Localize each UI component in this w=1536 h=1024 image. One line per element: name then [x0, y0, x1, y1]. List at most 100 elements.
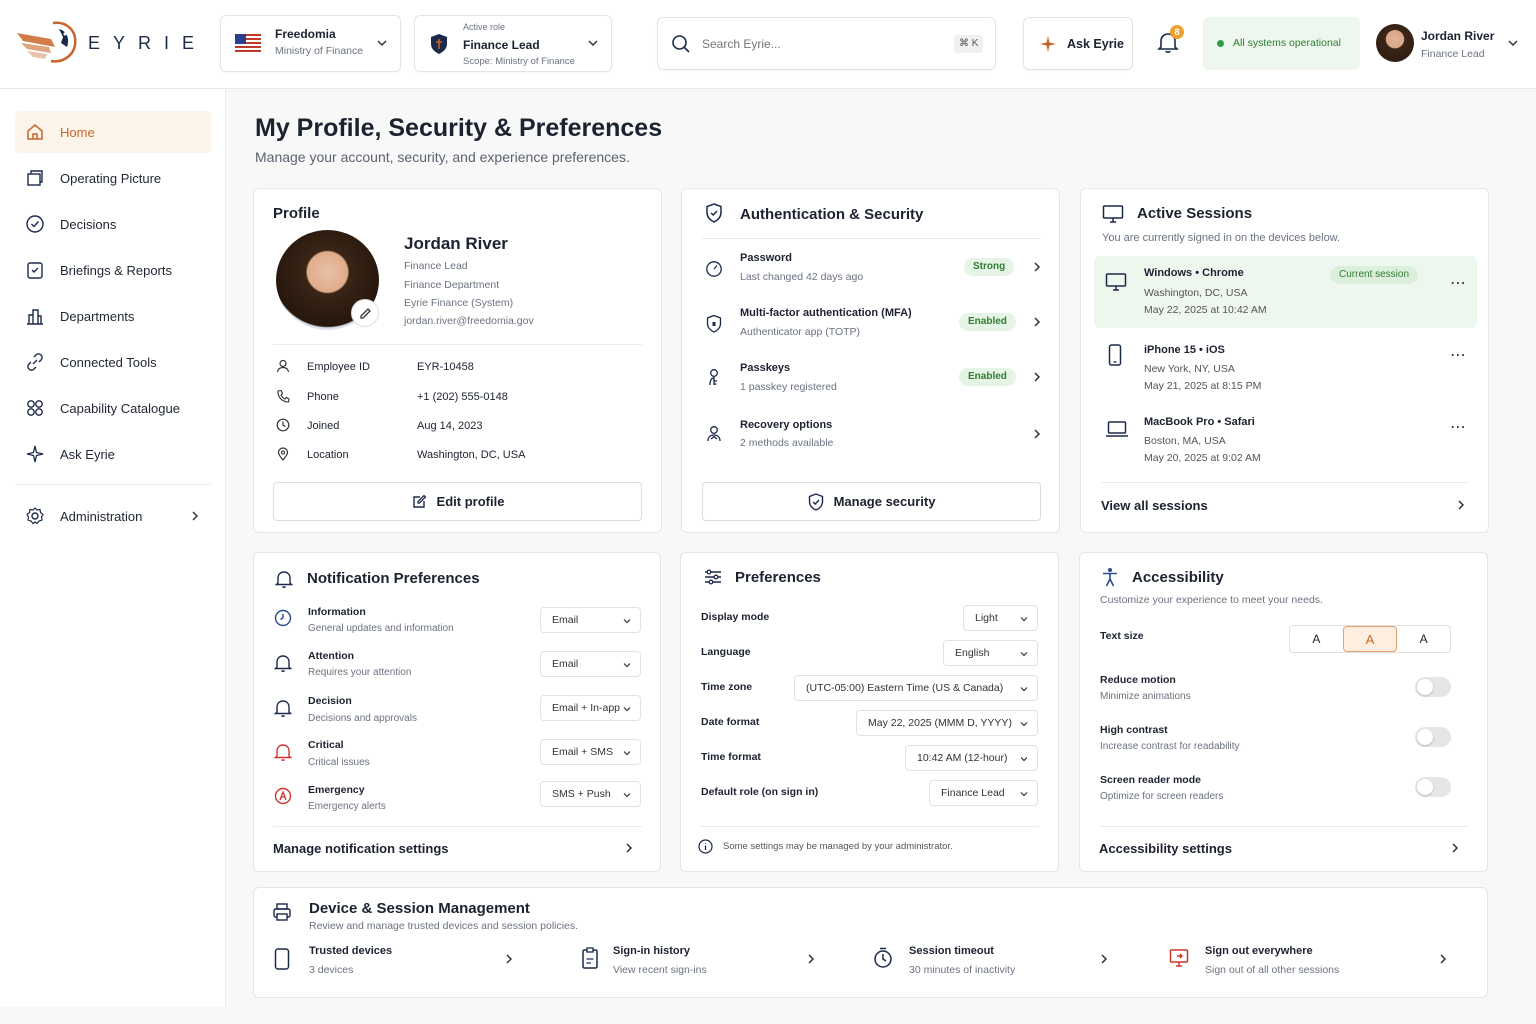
accessibility-card: Accessibility Customize your experience … — [1079, 552, 1488, 872]
organization-selector[interactable]: Freedomia Ministry of Finance — [220, 15, 401, 72]
auth-item-title: Recovery options — [740, 419, 833, 431]
more-options-icon[interactable]: ⋯ — [1450, 345, 1466, 365]
trusted-devices-item[interactable]: Trusted devices 3 devices — [272, 944, 517, 984]
auth-item-mfa[interactable]: Multi-factor authentication (MFA) Authen… — [702, 302, 1041, 347]
view-all-sessions-link[interactable]: View all sessions — [1101, 492, 1470, 518]
select-value: May 22, 2025 (MMM D, YYYY) — [868, 717, 1012, 729]
pref-label: Default role (on sign in) — [701, 786, 819, 798]
select-value: English — [955, 647, 990, 659]
session-timeout-item[interactable]: Session timeout 30 minutes of inactivity — [872, 944, 1112, 984]
notification-channel-select[interactable]: Email + SMS — [540, 739, 641, 765]
session-time: May 22, 2025 at 10:42 AM — [1144, 304, 1267, 316]
notification-channel-select[interactable]: Email — [540, 607, 641, 633]
gear-icon — [25, 506, 45, 526]
sidebar-item-briefings[interactable]: Briefings & Reports — [15, 249, 211, 291]
auth-item-title: Passkeys — [740, 362, 791, 374]
role-scope: Scope: Ministry of Finance — [463, 56, 575, 67]
chevron-right-icon — [506, 954, 513, 964]
system-status-badge[interactable]: All systems operational — [1203, 17, 1360, 70]
sidebar-item-administration[interactable]: Administration — [15, 495, 211, 537]
notification-channel-select[interactable]: Email — [540, 651, 641, 677]
toggle-title: Screen reader mode — [1100, 774, 1201, 786]
text-size-medium-button[interactable]: A — [1342, 626, 1398, 652]
more-options-icon[interactable]: ⋯ — [1450, 273, 1466, 293]
chevron-right-icon — [1034, 317, 1041, 327]
pref-label: Language — [701, 646, 751, 658]
laptop-icon — [1105, 420, 1129, 438]
auth-item-recovery[interactable]: Recovery options 2 methods available — [702, 414, 1041, 459]
time-zone-select[interactable]: (UTC-05:00) Eastern Time (US & Canada) — [794, 675, 1038, 701]
ask-eyrie-label: Ask Eyrie — [1067, 37, 1124, 51]
mgmt-item-sub: View recent sign-ins — [613, 964, 707, 976]
notification-item-sub: Critical issues — [308, 757, 370, 768]
time-format-select[interactable]: 10:42 AM (12-hour) — [905, 745, 1038, 771]
manage-security-button[interactable]: Manage security — [702, 482, 1041, 521]
notification-channel-select[interactable]: Email + In-app — [540, 695, 641, 721]
user-name: Jordan River — [1421, 29, 1495, 43]
edit-profile-button[interactable]: Edit profile — [273, 482, 642, 521]
recovery-icon — [705, 425, 723, 443]
preferences-card-title: Preferences — [735, 569, 821, 586]
sidebar-item-label: Connected Tools — [60, 354, 157, 370]
profile-system-line: Eyrie Finance (System) — [404, 297, 514, 309]
date-format-select[interactable]: May 22, 2025 (MMM D, YYYY) — [856, 710, 1038, 736]
chevron-down-icon — [1020, 617, 1028, 622]
display-mode-select[interactable]: Light — [963, 605, 1038, 631]
auth-item-title: Multi-factor authentication (MFA) — [740, 307, 912, 319]
select-value: SMS + Push — [552, 788, 611, 800]
manage-notification-settings-link[interactable]: Manage notification settings — [273, 835, 642, 861]
sidebar-item-decisions[interactable]: Decisions — [15, 203, 211, 245]
top-bar: EYRIE Freedomia Ministry of Finance Acti… — [0, 0, 1536, 89]
status-badge: Strong — [964, 258, 1015, 276]
edit-photo-button[interactable] — [351, 299, 379, 327]
session-item[interactable]: iPhone 15 • iOS New York, NY, USA May 21… — [1094, 338, 1477, 398]
eyrie-logo[interactable] — [15, 17, 81, 65]
text-size-small-button[interactable]: A — [1290, 626, 1343, 652]
search-input[interactable] — [702, 34, 942, 54]
info-clock-icon — [274, 609, 292, 627]
sidebar-item-label: Administration — [60, 508, 143, 524]
profile-email-line: jordan.river@freedomia.gov — [404, 315, 534, 327]
sidebar-item-home[interactable]: Home — [15, 111, 211, 153]
sidebar-item-departments[interactable]: Departments — [15, 295, 211, 337]
language-select[interactable]: English — [943, 640, 1038, 666]
page-subtitle: Manage your account, security, and exper… — [255, 149, 630, 165]
auth-item-passkeys[interactable]: Passkeys 1 passkey registered Enabled — [702, 357, 1041, 402]
search-bar[interactable]: ⌘ K — [657, 17, 996, 70]
role-selector[interactable]: Active role Finance Lead Scope: Ministry… — [414, 15, 612, 72]
high-contrast-toggle[interactable] — [1415, 727, 1451, 747]
profile-department-line: Finance Department — [404, 279, 500, 291]
chevron-right-icon — [1101, 954, 1108, 964]
key-person-icon — [705, 368, 723, 388]
sidebar-item-ask-eyrie[interactable]: Ask Eyrie — [15, 433, 211, 475]
home-icon — [25, 122, 45, 142]
role-name: Finance Lead — [463, 38, 540, 52]
accessibility-settings-link[interactable]: Accessibility settings — [1099, 835, 1468, 861]
sign-out-everywhere-item[interactable]: Sign out everywhere Sign out of all othe… — [1168, 944, 1448, 984]
ask-eyrie-button[interactable]: Ask Eyrie — [1023, 17, 1133, 70]
user-menu[interactable]: Jordan River Finance Lead — [1374, 20, 1524, 68]
mgmt-item-sub: Sign out of all other sessions — [1205, 964, 1340, 976]
sidebar-item-connected-tools[interactable]: Connected Tools — [15, 341, 211, 383]
session-item[interactable]: MacBook Pro • Safari Boston, MA, USA May… — [1094, 410, 1477, 470]
session-device: iPhone 15 • iOS — [1144, 344, 1225, 356]
reduce-motion-toggle[interactable] — [1415, 677, 1451, 697]
sidebar-item-operating-picture[interactable]: Operating Picture — [15, 157, 211, 199]
auth-item-password[interactable]: Password Last changed 42 days ago Strong — [702, 247, 1041, 292]
page-title: My Profile, Security & Preferences — [255, 114, 663, 142]
org-ministry: Ministry of Finance — [275, 45, 364, 57]
auth-item-sub: Authenticator app (TOTP) — [740, 326, 861, 338]
screen-reader-toggle[interactable] — [1415, 777, 1451, 797]
text-size-large-button[interactable]: A — [1397, 626, 1450, 652]
default-role-select[interactable]: Finance Lead — [929, 780, 1038, 806]
sign-in-history-item[interactable]: Sign-in history View recent sign-ins — [580, 944, 820, 984]
field-value: Washington, DC, USA — [417, 449, 526, 461]
preferences-divider — [700, 826, 1039, 827]
sidebar-item-capability-catalogue[interactable]: Capability Catalogue — [15, 387, 211, 429]
chevron-down-icon — [1020, 652, 1028, 657]
notifications-button[interactable]: 8 — [1156, 25, 1184, 56]
more-options-icon[interactable]: ⋯ — [1450, 417, 1466, 437]
auth-divider — [702, 238, 1041, 239]
session-item-current[interactable]: Windows • Chrome Washington, DC, USA May… — [1094, 256, 1477, 328]
notification-channel-select[interactable]: SMS + Push — [540, 781, 641, 807]
